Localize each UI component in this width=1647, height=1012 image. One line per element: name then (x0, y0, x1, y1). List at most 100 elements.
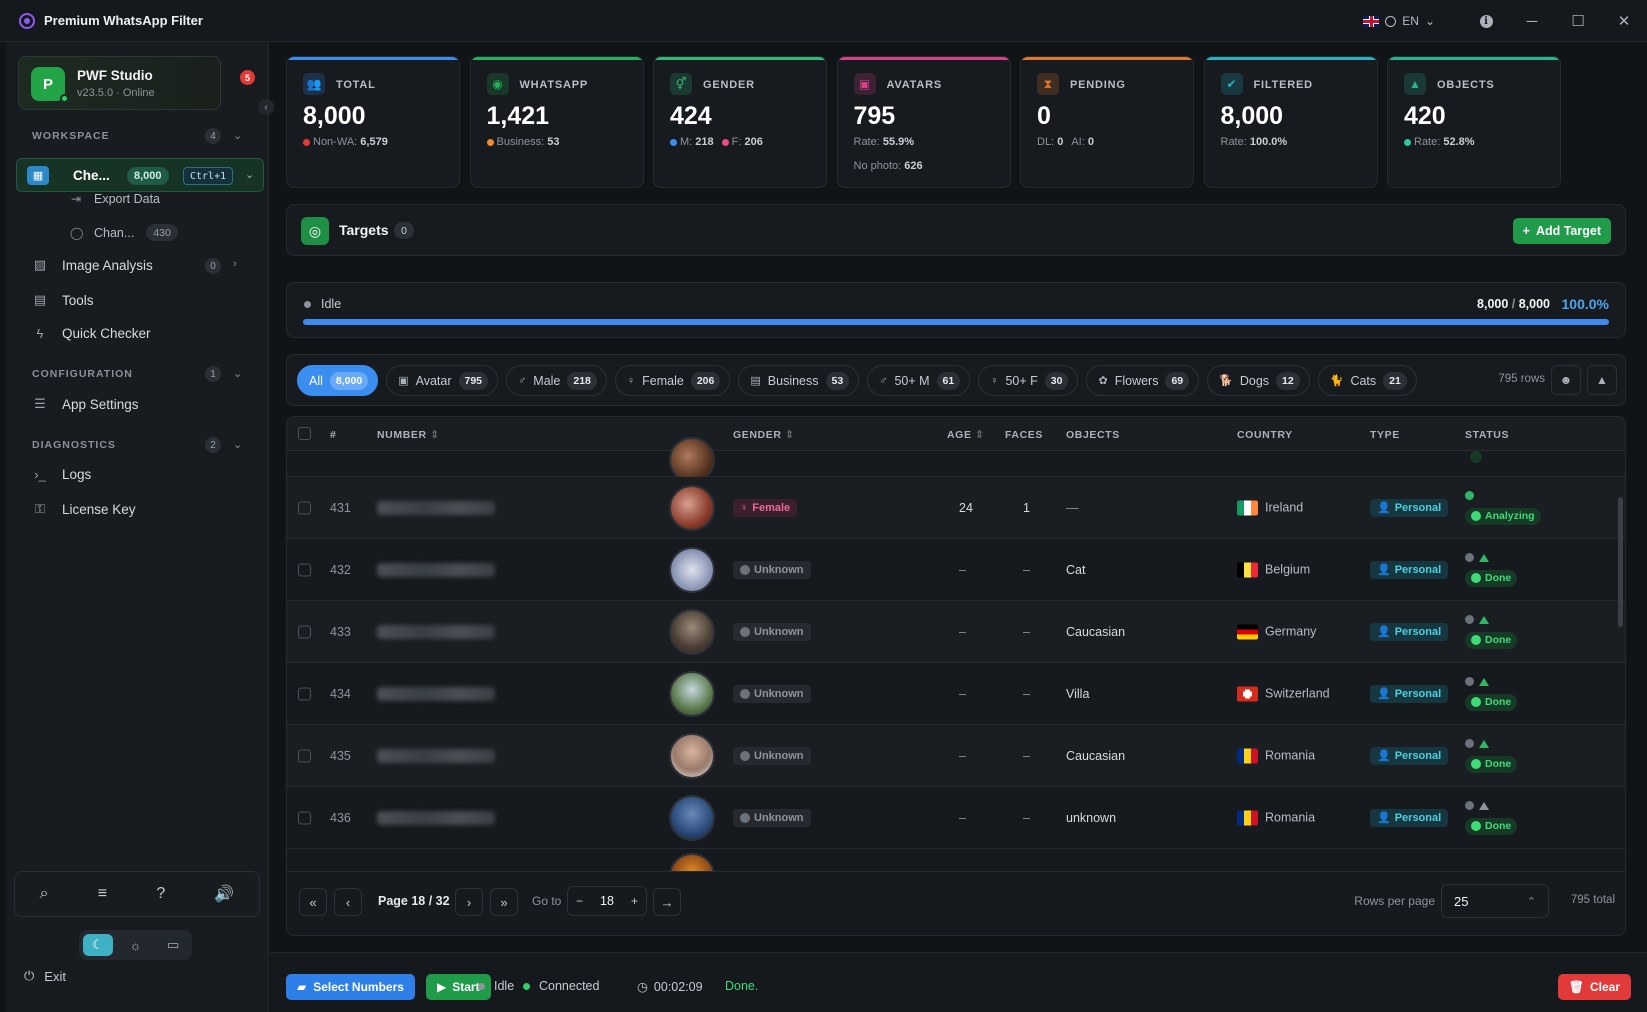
phone-number-redacted[interactable] (377, 686, 495, 701)
scrollbar[interactable] (1618, 497, 1623, 627)
minus-icon[interactable]: − (576, 894, 583, 908)
phone-number-redacted[interactable] (377, 748, 495, 763)
profile-card[interactable]: P PWF Studio v23.5.0 · Online (18, 56, 221, 110)
select-all-checkbox[interactable] (298, 427, 311, 440)
sidebar-item-app-settings[interactable]: ☰ App Settings (32, 396, 138, 412)
gender-badge: Unknown (733, 622, 811, 641)
chip-icon: ♀ (626, 374, 636, 387)
sidebar-item-image-analysis[interactable]: ▨ Image Analysis (32, 257, 153, 273)
sidebar-item-tools[interactable]: ▤ Tools (32, 292, 94, 308)
avatar[interactable] (669, 546, 715, 593)
select-numbers-button[interactable]: ▰ Select Numbers (286, 974, 415, 1000)
row-checkbox[interactable] (298, 563, 311, 576)
sound-icon[interactable]: 🔊 (214, 884, 234, 904)
info-button[interactable]: i (1463, 0, 1509, 42)
row-checkbox[interactable] (298, 687, 311, 700)
row-checkbox[interactable] (298, 749, 311, 762)
chevron-right-icon[interactable]: › (233, 258, 237, 270)
avatar[interactable] (669, 732, 715, 779)
filter-chip-flowers[interactable]: ✿ Flowers 69 (1086, 365, 1200, 396)
sidebar-item-channels[interactable]: ◯ Chan... 430 (70, 224, 178, 241)
filter-chip-avatar[interactable]: ▣ Avatar 795 (386, 365, 499, 396)
minimize-button[interactable]: ─ (1509, 0, 1555, 42)
phone-number-redacted[interactable] (377, 624, 495, 639)
table-row[interactable]: 436 Unknown – – unknown Romania 👤 Persona… (287, 787, 1625, 849)
chevron-down-icon[interactable]: ⌄ (233, 438, 242, 451)
close-button[interactable]: ✕ (1601, 0, 1647, 42)
goto-page-value[interactable]: 18 (592, 894, 622, 908)
filter-chip-female[interactable]: ♀ Female 206 (614, 365, 731, 396)
minimize-icon: ─ (1526, 12, 1538, 30)
face-filter-button[interactable]: ☻ (1551, 365, 1581, 395)
sidebar-item-checker[interactable]: ▦ Che... 8,000 Ctrl+1 ⌄ (16, 158, 264, 192)
exit-button[interactable]: ⏻ Exit (24, 968, 66, 984)
count-badge: 8,000 (127, 167, 169, 185)
table-row[interactable]: 431 ♀ Female 24 1 — Ireland 👤 Personal Ana… (287, 477, 1625, 539)
help-icon[interactable]: ? (156, 885, 165, 903)
light-mode-icon[interactable]: ☼ (121, 934, 151, 956)
goto-page-button[interactable]: → (653, 888, 681, 916)
add-target-button[interactable]: + Add Target (1512, 218, 1611, 244)
legend-dot (486, 138, 494, 146)
avatar[interactable] (669, 670, 715, 717)
phone-number-redacted[interactable] (377, 810, 495, 825)
section-diagnostics-count: 2 (205, 437, 221, 453)
sidebar-item-logs[interactable]: ›_ Logs (32, 467, 91, 482)
country-flag-icon (1237, 500, 1258, 515)
filter-chip-cats[interactable]: 🐈 Cats 21 (1317, 365, 1417, 396)
row-checkbox[interactable] (298, 811, 311, 824)
rows-per-page-select[interactable]: 25 ⌃ (1441, 884, 1549, 918)
avatar[interactable] (669, 794, 715, 841)
col-gender[interactable]: GENDER ⇕ (733, 429, 794, 441)
status-badge: Done (1465, 569, 1518, 587)
sidebar-item-export-data[interactable]: ⇥ Export Data (70, 192, 160, 206)
notification-badge[interactable]: 5 (240, 70, 255, 85)
first-page-button[interactable]: « (299, 888, 327, 916)
avatar[interactable] (669, 608, 715, 655)
table-row[interactable]: 435 Unknown – – Caucasian Romania 👤 Perso… (287, 725, 1625, 787)
maximize-button[interactable]: ☐ (1555, 0, 1601, 42)
type-badge: 👤 Personal (1370, 498, 1449, 517)
filter-chip-business[interactable]: ▤ Business 53 (738, 365, 860, 396)
filter-chip-dogs[interactable]: 🐕 Dogs 12 (1207, 365, 1310, 396)
table-row[interactable]: 433 Unknown – – Caucasian Germany 👤 Perso… (287, 601, 1625, 663)
filter-chip-50-m[interactable]: ♂ 50+ M 61 (867, 365, 971, 396)
sidebar-item-quick-checker[interactable]: ϟ Quick Checker (32, 326, 151, 341)
goto-page-stepper[interactable]: − 18 + (567, 886, 647, 916)
last-page-button[interactable]: » (490, 888, 518, 916)
gender-label: Unknown (754, 811, 804, 824)
avatar[interactable] (669, 484, 715, 531)
clear-button[interactable]: 🗑 Clear (1557, 974, 1631, 1000)
system-mode-icon[interactable]: ▭ (158, 934, 188, 956)
table-row[interactable]: 434 Unknown – – Villa Switzerland 👤 Perso… (287, 663, 1625, 725)
col-number[interactable]: NUMBER ⇕ (377, 429, 440, 441)
language-selector[interactable]: EN ⌄ (1363, 14, 1435, 28)
table-row[interactable]: 432 Unknown – – Cat Belgium 👤 Personal Do… (287, 539, 1625, 601)
filter-chip-all[interactable]: All 8,000 (297, 365, 379, 396)
chevron-down-icon[interactable]: ⌄ (245, 168, 254, 181)
plus-icon[interactable]: + (631, 894, 638, 908)
filter-settings-icon[interactable]: ≡ (98, 885, 107, 903)
filter-chip-50-f[interactable]: ♀ 50+ F 30 (978, 365, 1079, 396)
check-circle-icon (1471, 821, 1481, 831)
chevron-down-icon[interactable]: ⌄ (233, 129, 242, 142)
phone-number-redacted[interactable] (377, 562, 495, 577)
sidebar-item-license-key[interactable]: ⚿ License Key (32, 501, 136, 517)
chevron-down-icon[interactable]: ⌄ (233, 367, 242, 380)
prev-page-button[interactable]: ‹ (334, 888, 362, 916)
col-age[interactable]: AGE ⇕ (947, 429, 985, 441)
chevron-left-icon: ‹ (264, 101, 268, 113)
objects-filter-button[interactable]: ▲ (1587, 365, 1617, 395)
objects-value: — (1066, 500, 1079, 515)
dark-mode-icon[interactable]: ☾ (83, 934, 113, 956)
phone-number-redacted[interactable] (377, 500, 495, 515)
filter-chip-male[interactable]: ♂ Male 218 (506, 365, 607, 396)
row-checkbox[interactable] (298, 501, 311, 514)
chip-icon: 🐈 (1329, 375, 1344, 387)
person-icon: 👤 (1377, 812, 1391, 824)
next-page-button[interactable]: › (455, 888, 483, 916)
row-checkbox[interactable] (298, 625, 311, 638)
search-icon[interactable]: ⌕ (40, 885, 49, 903)
status-badge: Done (1465, 817, 1518, 835)
legend-dot (670, 138, 677, 146)
